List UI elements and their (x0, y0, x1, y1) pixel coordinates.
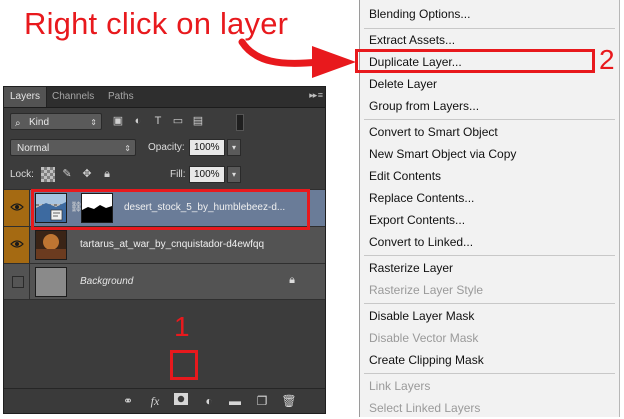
filter-row: ⌕ Kind ⇕ ▣ ◐ T ▭ ▤ (8, 111, 320, 133)
lock-all-icon[interactable]: 🔒︎ (100, 167, 114, 182)
visibility-box-icon (12, 276, 24, 288)
layer-row-background[interactable]: Background 🔒︎ (4, 263, 325, 300)
panel-tab-bar: Layers Channels Paths ▸▸ ≡ (4, 87, 325, 108)
new-layer-icon[interactable]: ❐ (253, 392, 271, 410)
layer-thumbnail (35, 267, 67, 297)
search-icon: ⌕ (15, 118, 21, 129)
menu-item-rasterize-layer-style: Rasterize Layer Style (369, 283, 484, 297)
smart-object-filter-icon[interactable]: ▤ (190, 113, 206, 130)
opacity-input[interactable]: 100% (189, 139, 225, 156)
link-icon[interactable]: ⚭ (119, 392, 137, 410)
menu-item-replace-contents[interactable]: Replace Contents... (360, 187, 619, 209)
filter-kind-label: Kind (29, 117, 50, 128)
menu-item-convert-smart-object[interactable]: Convert to Smart Object (360, 121, 619, 143)
layer-name: tartarus_at_war_by_cnquistador-d4ewfqq (80, 239, 264, 250)
adjustment-icon[interactable]: ◐ (200, 392, 218, 410)
filter-toggle[interactable] (236, 114, 244, 131)
fill-input[interactable]: 100% (189, 166, 225, 183)
visibility-toggle[interactable] (4, 264, 30, 299)
menu-separator (364, 255, 615, 256)
menu-item-blending-options[interactable]: Blending Options... (360, 3, 619, 25)
lock-transparent-icon[interactable] (41, 167, 55, 182)
panel-bottom-toolbar: ⚭ fx ◐ ▬ ❐ 🗑︎ (4, 388, 325, 413)
chevron-updown-icon: ⇕ (90, 118, 97, 127)
visibility-toggle[interactable] (4, 190, 30, 226)
lock-image-brush-icon[interactable]: ✎ (60, 167, 74, 182)
filter-kind-select[interactable]: ⌕ Kind ⇕ (10, 113, 102, 130)
menu-separator (364, 373, 615, 374)
type-filter-icon[interactable]: T (150, 113, 166, 130)
pixel-filter-icon[interactable]: ▣ (110, 113, 126, 130)
menu-item-extract-assets[interactable]: Extract Assets... (360, 29, 619, 51)
shape-filter-icon[interactable]: ▭ (170, 113, 186, 130)
lock-row: Lock: ✎ ✥ 🔒︎ Fill: 100% ▾ (8, 164, 320, 186)
layers-panel: Layers Channels Paths ▸▸ ≡ ⌕ Kind ⇕ ▣ ◐ … (3, 86, 326, 414)
opacity-label: Opacity: (148, 142, 185, 153)
menu-item-edit-contents[interactable]: Edit Contents (360, 165, 619, 187)
fill-label: Fill: (170, 169, 186, 180)
add-mask-icon[interactable] (172, 392, 190, 410)
menu-item-delete-layer[interactable]: Delete Layer (360, 73, 619, 95)
menu-item-link-layers: Link Layers (369, 379, 431, 393)
visibility-toggle[interactable] (4, 227, 30, 263)
lock-position-icon[interactable]: ✥ (80, 167, 94, 182)
menu-item-disable-layer-mask[interactable]: Disable Layer Mask (360, 305, 619, 327)
eye-icon (10, 240, 24, 248)
tab-channels[interactable]: Channels (46, 87, 100, 107)
lock-icon: 🔒︎ (289, 274, 295, 286)
menu-item-new-smart-object-copy[interactable]: New Smart Object via Copy (360, 143, 619, 165)
layer-thumbnail (35, 230, 67, 260)
layer-name: Background (80, 276, 134, 287)
menu-item-group-from-layers[interactable]: Group from Layers... (360, 95, 619, 117)
trash-icon[interactable]: 🗑︎ (280, 392, 298, 410)
tab-layers[interactable]: Layers (4, 87, 48, 107)
annotation-box-duplicate-layer (355, 49, 595, 73)
menu-item-create-clipping-mask[interactable]: Create Clipping Mask (360, 349, 619, 371)
layer-row-tartarus[interactable]: tartarus_at_war_by_cnquistador-d4ewfqq (4, 226, 325, 263)
menu-item-select-linked-layers: Select Linked Layers (369, 401, 481, 415)
opacity-dropdown-button[interactable]: ▾ (227, 139, 241, 156)
menu-item-rasterize-layer[interactable]: Rasterize Layer (360, 257, 619, 279)
annotation-box-selected-layer (31, 189, 310, 230)
menu-item-export-contents[interactable]: Export Contents... (360, 209, 619, 231)
collapse-menu-icon[interactable]: ▸▸ ≡ (309, 90, 323, 101)
blend-row: Normal ⇕ Opacity: 100% ▾ (8, 137, 320, 159)
menu-item-convert-to-linked[interactable]: Convert to Linked... (360, 231, 619, 253)
annotation-step-1: 1 (174, 311, 190, 342)
tab-paths[interactable]: Paths (102, 87, 140, 107)
chevron-updown-icon: ⇕ (124, 144, 131, 153)
blend-mode-value: Normal (17, 143, 50, 154)
menu-item-disable-vector-mask: Disable Vector Mask (369, 331, 479, 345)
lock-label: Lock: (10, 169, 34, 180)
annotation-step-2: 2 (599, 44, 615, 75)
adjustment-filter-icon[interactable]: ◐ (130, 113, 146, 130)
menu-separator (364, 119, 615, 120)
blend-mode-select[interactable]: Normal ⇕ (10, 139, 136, 156)
fill-dropdown-button[interactable]: ▾ (227, 166, 241, 183)
annotation-box-mask-button (170, 350, 198, 380)
menu-separator (364, 303, 615, 304)
fx-icon[interactable]: fx (146, 392, 164, 410)
eye-icon (10, 203, 24, 211)
group-folder-icon[interactable]: ▬ (226, 392, 244, 410)
